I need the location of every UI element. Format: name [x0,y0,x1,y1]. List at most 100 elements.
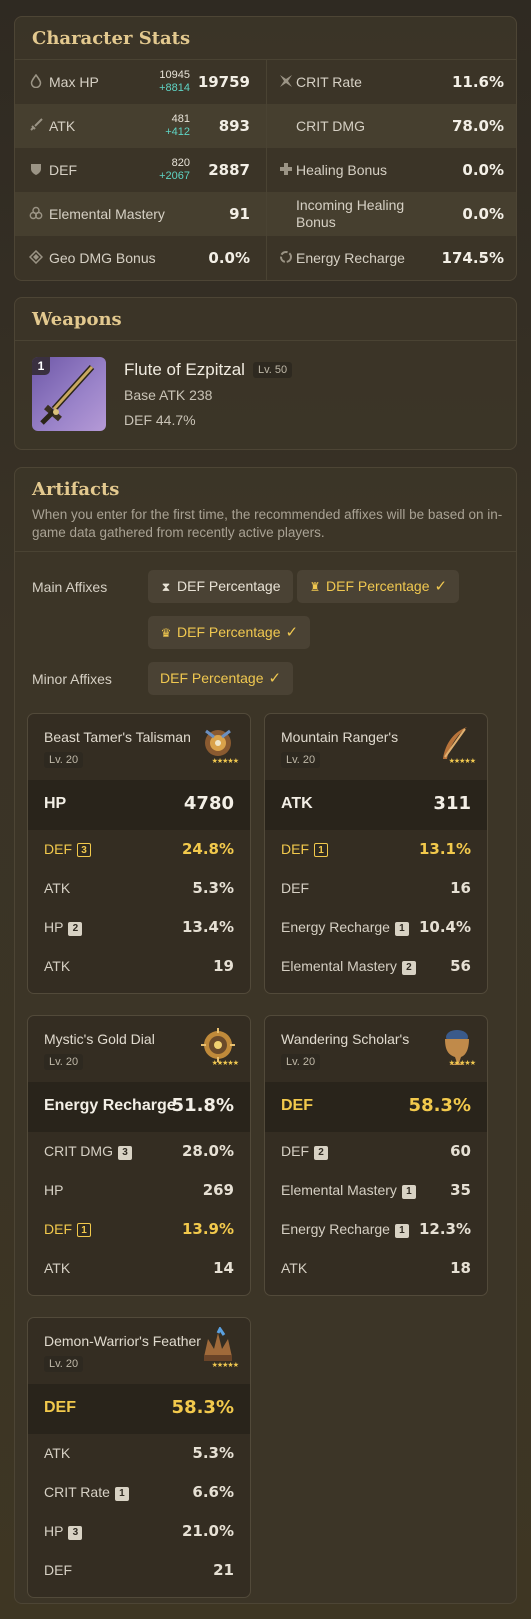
artifact-main-stat: DEF 58.3% [265,1082,487,1132]
stat-row: Geo DMG Bonus 0.0% Energy Recharge 174.5… [15,236,516,280]
stat-def: DEF 820 +2067 2887 [15,148,264,192]
artifact-substat: CRIT DMG 3 28.0% [44,1142,234,1160]
artifact-substat: ATK 14 [44,1259,234,1277]
stat-bonus-value: +412 [165,126,190,138]
artifact-main-stat: Energy Recharge 51.8% [28,1082,250,1132]
hourglass-icon: ⧗ [161,580,171,594]
artifact-card-goblet[interactable]: Wandering Scholar's Lv. 20 ★★★★★ DEF 58.… [264,1015,488,1296]
stat-bonus-value: +8814 [159,82,190,94]
roll-count-badge: 3 [77,843,91,857]
check-icon: ✓ [285,624,299,641]
rarity-stars: ★★★★★ [211,1060,239,1067]
character-stats-panel: Character Stats Max HP 10945 +8814 19759 … [14,16,517,281]
roll-count-badge: 2 [401,961,416,975]
roll-count-badge: 1 [77,1223,91,1237]
stat-total-value: 174.5% [441,249,504,267]
stat-row: ATK 481 +412 893 CRIT DMG 78.0% [15,104,516,148]
stat-total-value: 0.0% [462,161,504,179]
stat-base-value: 10945 [159,69,190,81]
artifact-name: Wandering Scholar's [281,1031,410,1047]
artifact-main-stat: DEF 58.3% [28,1384,250,1434]
artifact-name: Demon-Warrior's Feather [44,1333,201,1349]
artifact-substat: Energy Recharge 1 12.3% [281,1220,471,1238]
artifact-level-badge: Lv. 20 [281,1054,321,1070]
roll-count-badge: 1 [394,922,409,936]
stat-incoming-healing-bonus: Incoming Healing Bonus 0.0% [266,192,518,236]
stat-total-value: 0.0% [208,249,250,267]
mastery-icon [29,206,43,220]
stat-elemental-mastery: Elemental Mastery 91 [15,192,264,236]
artifact-card-circlet[interactable]: Demon-Warrior's Feather Lv. 20 ★★★★★ DEF… [27,1317,251,1598]
weapon-base-atk: Base ATK 238 [124,387,213,403]
minor-affixes-label: Minor Affixes [32,671,112,687]
cross-icon [279,162,293,176]
minor-affix-chip[interactable]: DEF Percentage ✓ [148,662,294,695]
stat-row: Max HP 10945 +8814 19759 CRIT Rate 11.6% [15,60,516,104]
drop-icon [29,73,43,89]
artifact-substat: ATK 19 [44,957,234,975]
weapon-image[interactable]: 1 [32,357,106,431]
artifact-card-sands[interactable]: Mystic's Gold Dial Lv. 20 ★★★★★ Energy R… [27,1015,251,1296]
stat-base-value: 820 [171,157,190,169]
artifact-card-plume[interactable]: Mountain Ranger's Lv. 20 ★★★★★ ATK 311 D… [264,713,488,994]
shield-icon [29,162,43,176]
artifact-substat: Elemental Mastery 1 35 [281,1181,471,1199]
rarity-stars: ★★★★★ [211,758,239,765]
main-affixes-label: Main Affixes [32,579,108,595]
sword-icon [29,118,43,132]
roll-count-badge: 3 [68,1526,83,1540]
artifact-level-badge: Lv. 20 [281,752,321,768]
rarity-stars: ★★★★★ [211,1362,239,1369]
stat-total-value: 11.6% [451,73,504,91]
rarity-stars: ★★★★★ [448,758,476,765]
artifact-substat: ATK 5.3% [44,1444,234,1462]
character-stats-title: Character Stats [32,28,191,49]
stat-crit-dmg: CRIT DMG 78.0% [266,104,518,148]
roll-count-badge: 2 [68,922,83,936]
artifact-substat: ATK 18 [281,1259,471,1277]
check-icon: ✓ [434,578,448,595]
divider [15,340,516,341]
stat-total-value: 2887 [208,161,250,179]
roll-count-badge: 3 [117,1146,132,1160]
main-affix-circlet-chip[interactable]: ♛ DEF Percentage ✓ [148,616,311,649]
artifact-name: Beast Tamer's Talisman [44,729,191,745]
artifacts-description: When you enter for the first time, the r… [32,507,503,540]
weapons-title: Weapons [32,309,122,330]
artifact-substat: Elemental Mastery 2 56 [281,957,471,975]
stat-max-hp: Max HP 10945 +8814 19759 [15,60,264,104]
artifact-substat: Energy Recharge 1 10.4% [281,918,471,936]
stat-base-value: 481 [171,113,190,125]
main-affix-sands-chip[interactable]: ⧗ DEF Percentage [148,570,293,603]
stat-row: Elemental Mastery 91 Incoming Healing Bo… [15,192,516,236]
weapon-level-badge: Lv. 50 [253,362,293,378]
goblet-icon: ♜ [309,580,321,594]
artifact-substat: DEF 1 13.1% [281,840,471,858]
artifact-substat: HP 3 21.0% [44,1522,234,1540]
divider [15,551,516,552]
crown-icon: ♛ [160,626,172,640]
artifact-substat: HP 2 13.4% [44,918,234,936]
roll-count-badge: 1 [394,1224,409,1238]
geo-icon [28,249,44,265]
stat-geo-dmg-bonus: Geo DMG Bonus 0.0% [15,236,264,280]
artifacts-panel: Artifacts When you enter for the first t… [14,467,517,1604]
recharge-icon [279,250,293,264]
artifact-level-badge: Lv. 20 [44,1054,84,1070]
roll-count-badge: 1 [114,1487,129,1501]
stat-atk: ATK 481 +412 893 [15,104,264,148]
stat-total-value: 19759 [197,73,250,91]
weapon-refinement-badge: 1 [32,357,50,375]
artifact-substat: DEF 16 [281,879,471,897]
check-icon: ✓ [268,670,282,687]
weapon-name: Flute of Ezpitzal [124,360,245,379]
main-affix-goblet-chip[interactable]: ♜ DEF Percentage ✓ [297,570,460,603]
artifact-name: Mystic's Gold Dial [44,1031,155,1047]
stat-total-value: 893 [218,117,250,135]
roll-count-badge: 1 [401,1185,416,1199]
artifact-card-flower[interactable]: Beast Tamer's Talisman Lv. 20 ★★★★★ HP 4… [27,713,251,994]
stat-healing-bonus: Healing Bonus 0.0% [266,148,518,192]
rarity-stars: ★★★★★ [448,1060,476,1067]
artifact-substat: CRIT Rate 1 6.6% [44,1483,234,1501]
weapon-substat: DEF 44.7% [124,412,196,428]
